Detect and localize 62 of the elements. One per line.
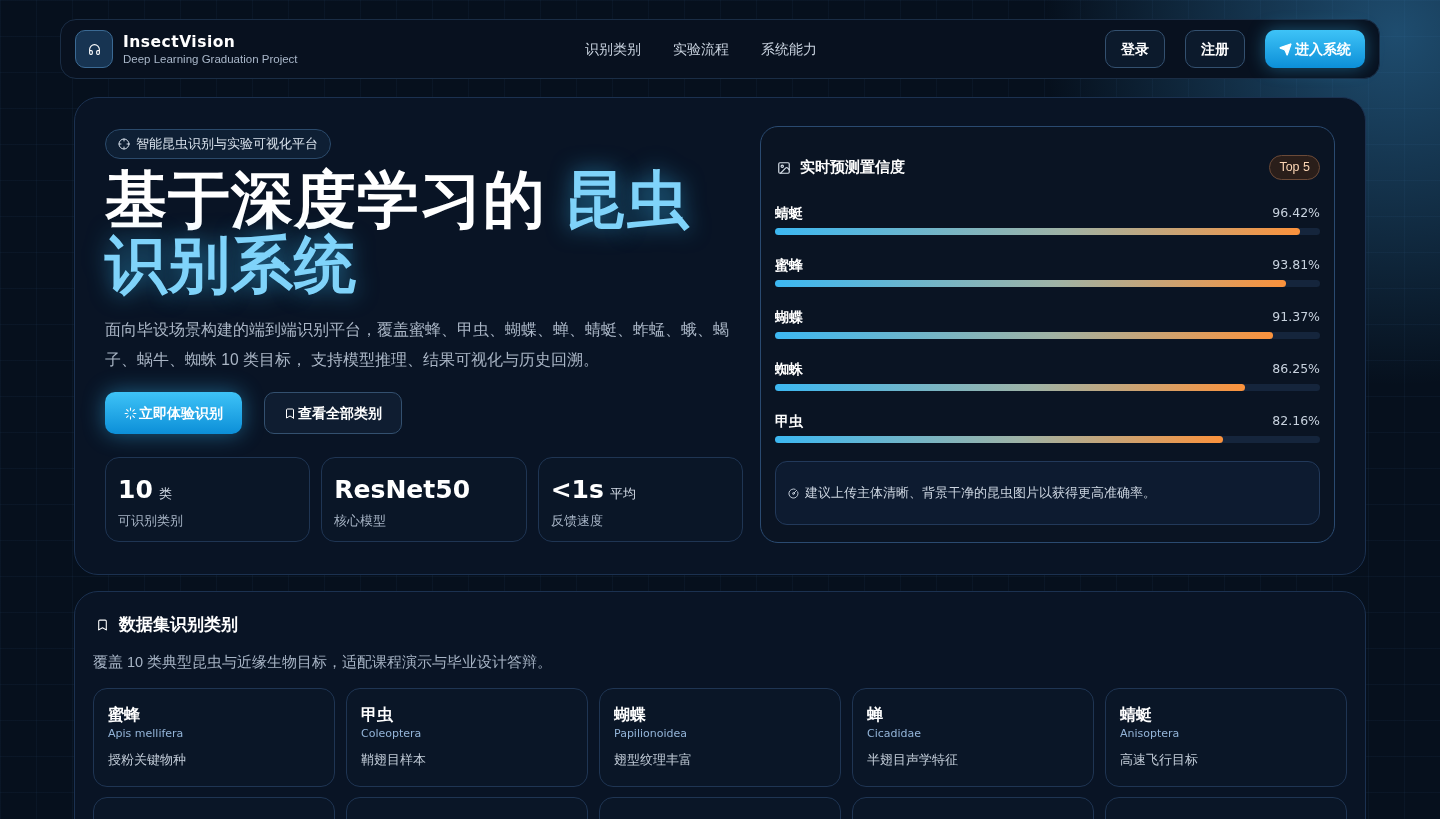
brand-name: InsectVision (123, 31, 237, 52)
view-categories-button[interactable]: 查看全部类别 (264, 392, 402, 434)
nav-button[interactable]: 注册 (1185, 30, 1245, 68)
stat-value: <1s (550, 474, 604, 506)
category-name: 甲虫 (361, 705, 394, 726)
category-name: 蝉 (867, 705, 884, 726)
top-badge: Top 5 (1269, 155, 1320, 180)
category-note: 翅型纹理丰富 (614, 751, 693, 770)
bookmark-icon (284, 406, 296, 420)
prediction-percent: 96.42% (1272, 203, 1320, 222)
prediction-label: 蜻蜓 (775, 203, 803, 223)
prediction-percent: 86.25% (1272, 359, 1320, 378)
category-name: 蝴蝶 (614, 705, 647, 726)
loader-icon (124, 406, 137, 420)
headset-logo-icon[interactable] (75, 30, 113, 68)
category-card[interactable]: 蝴蝶 Papilionoidea 翅型纹理丰富 (599, 688, 841, 788)
prediction-label: 蝴蝶 (775, 307, 803, 327)
prediction-percent: 91.37% (1272, 307, 1320, 326)
category-name: 蜜蜂 (108, 705, 141, 726)
category-latin: Papilionoidea (614, 726, 688, 743)
hero-description: 面向毕设场景构建的端到端识别平台，覆盖蜜蜂、甲虫、蝴蝶、蝉、蜻蜓、蚱蜢、蛾、蝎子、蜗牛、蜘蛛 10 类目标， 支持模型推理、结果可视化与历史回溯。 (105, 320, 730, 370)
stat-label: 核心模型 (334, 512, 388, 530)
stat-unit: 平均 (609, 485, 636, 503)
category-latin: Coleoptera (361, 726, 423, 743)
image-icon (777, 160, 791, 175)
category-note: 半翅目声学特征 (867, 751, 959, 770)
section-title: 数据集识别类别 (119, 614, 238, 636)
prediction-label: 蜘蛛 (775, 359, 803, 379)
category-name: 蜻蜓 (1120, 705, 1153, 726)
bookmark-icon (96, 616, 109, 633)
badge-text: 智能昆虫识别与实验可视化平台 (136, 135, 318, 154)
hero-title: 基于深度学习的 昆虫识别系统 (105, 167, 692, 297)
prediction-percent: 82.16% (1272, 411, 1320, 430)
category-latin: Apis mellifera (108, 726, 185, 743)
category-note: 鞘翅目样本 (361, 751, 427, 770)
nav-link[interactable]: 实验流程 (673, 38, 730, 60)
stat-unit: 类 (158, 485, 172, 503)
category-card[interactable]: 蝉 Cicadidae 半翅目声学特征 (852, 688, 1094, 788)
crosshair-icon (118, 138, 130, 150)
category-note: 授粉关键物种 (108, 751, 187, 770)
tip-text: 建议上传主体清晰、背景干净的昆虫图片以获得更高准确率。 (805, 484, 1156, 502)
stat-label: 可识别类别 (118, 512, 184, 530)
prediction-percent: 93.81% (1272, 255, 1320, 274)
category-card[interactable]: 蜜蜂 Apis mellifera 授粉关键物种 (93, 688, 335, 788)
stat-label: 反馈速度 (550, 512, 604, 530)
section-description: 覆盖 10 类典型昆虫与近缘生物目标，适配课程演示与毕业设计答辩。 (93, 652, 554, 672)
category-card[interactable]: 甲虫 Coleoptera 鞘翅目样本 (346, 688, 588, 788)
send-icon (1279, 42, 1292, 56)
nav-link[interactable]: 识别类别 (585, 38, 642, 60)
prediction-label: 蜜蜂 (775, 255, 803, 275)
prediction-label: 甲虫 (775, 411, 803, 431)
category-note: 高速飞行目标 (1120, 751, 1199, 770)
category-latin: Cicadidae (867, 726, 923, 743)
nav-button[interactable]: 登录 (1105, 30, 1165, 68)
stat-value: ResNet50 (334, 474, 471, 506)
stat-value: 10 (118, 474, 153, 506)
category-latin: Anisoptera (1120, 726, 1181, 743)
gauge-icon (788, 487, 799, 499)
panel-title: 实时预测置信度 (800, 157, 905, 178)
nav-link[interactable]: 系统能力 (761, 38, 818, 60)
category-card[interactable]: 蜻蜓 Anisoptera 高速飞行目标 (1105, 688, 1347, 788)
brand-tagline: Deep Learning Graduation Project (123, 51, 298, 67)
